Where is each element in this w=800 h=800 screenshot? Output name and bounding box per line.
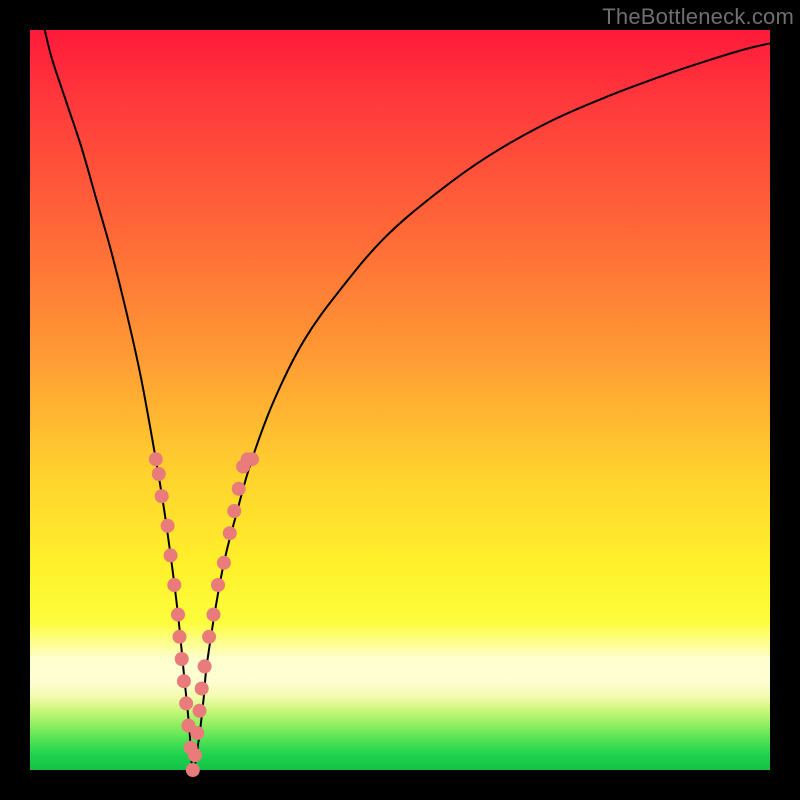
dot: [179, 696, 193, 710]
dot: [186, 763, 200, 777]
dot: [177, 674, 191, 688]
dot: [223, 526, 237, 540]
dot: [207, 608, 221, 622]
dot: [167, 578, 181, 592]
dot: [175, 652, 189, 666]
dot: [161, 519, 175, 533]
dot: [149, 452, 163, 466]
dot: [188, 748, 202, 762]
dot: [164, 548, 178, 562]
dot: [232, 482, 246, 496]
dot: [211, 578, 225, 592]
dot: [198, 659, 212, 673]
dot: [202, 630, 216, 644]
dot: [190, 726, 204, 740]
bottleneck-curve: [45, 30, 770, 770]
dot: [245, 452, 259, 466]
dot: [195, 682, 209, 696]
dot: [155, 489, 169, 503]
dot: [152, 467, 166, 481]
dot: [171, 608, 185, 622]
dot: [173, 630, 187, 644]
dot: [193, 704, 207, 718]
chart-svg: [30, 30, 770, 770]
chart-frame: TheBottleneck.com: [0, 0, 800, 800]
plot-area: [30, 30, 770, 770]
highlighted-dots-group: [149, 452, 259, 777]
dot: [227, 504, 241, 518]
dot: [217, 556, 231, 570]
watermark-text: TheBottleneck.com: [602, 4, 794, 30]
